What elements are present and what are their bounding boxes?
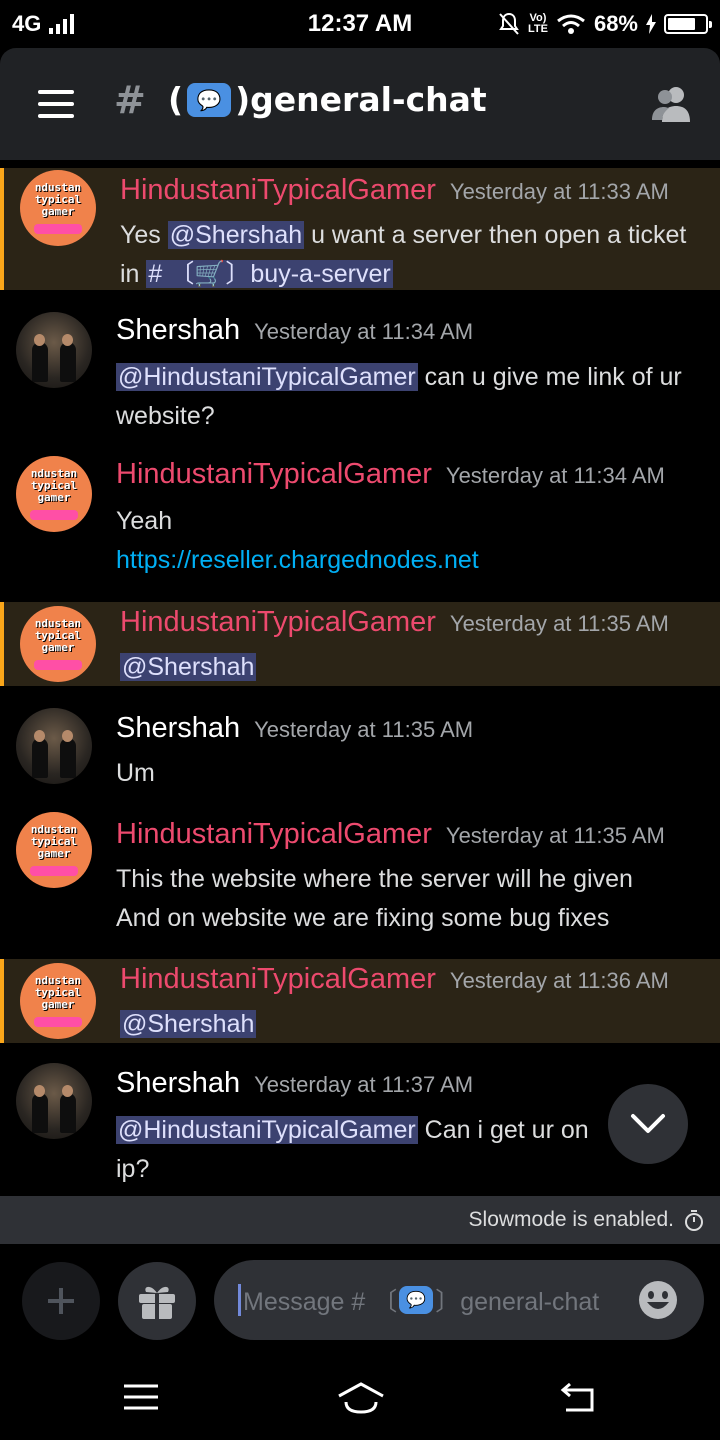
message-content: This the website where the server will h…: [116, 865, 633, 932]
network-type: 4G: [12, 11, 42, 36]
timestamp: Yesterday at 11:37 AM: [254, 1072, 474, 1097]
timestamp: Yesterday at 11:35 AM: [445, 823, 665, 848]
avatar[interactable]: [16, 708, 92, 784]
avatar[interactable]: ndustan typical gamer: [20, 606, 96, 682]
speech-bubble-icon: 💬: [399, 1286, 434, 1314]
menu-nav-icon[interactable]: [122, 1380, 162, 1416]
channel-header: # ( 💬 )general-chat: [0, 48, 720, 160]
avatar[interactable]: ndustan typical gamer: [16, 456, 92, 532]
username[interactable]: HindustaniTypicalGamer: [120, 963, 436, 996]
volte-indicator: Vo) LTE: [527, 12, 548, 35]
message-item[interactable]: ndustan typical gamer HindustaniTypicalGam…: [0, 804, 720, 944]
avatar[interactable]: ndustan typical gamer: [16, 812, 92, 888]
charging-icon: [646, 14, 656, 34]
avatar[interactable]: [16, 312, 92, 388]
message-content: Yeah https://reseller.chargednodes.net: [116, 502, 704, 580]
timer-icon: [685, 1210, 703, 1231]
signal-icon: [49, 14, 75, 34]
username[interactable]: HindustaniTypicalGamer: [120, 174, 436, 207]
text-caret: [238, 1284, 241, 1316]
mute-icon: [499, 12, 519, 35]
attach-button[interactable]: [22, 1262, 100, 1340]
back-nav-icon[interactable]: [558, 1380, 598, 1416]
message-content: Yes @Shershah u want a server then open …: [120, 221, 687, 288]
message-item[interactable]: ndustan typical gamer HindustaniTypicalGam…: [0, 168, 720, 290]
username[interactable]: HindustaniTypicalGamer: [116, 818, 432, 851]
message-item[interactable]: ndustan typical gamer HindustaniTypicalGam…: [0, 602, 720, 686]
username[interactable]: Shershah: [116, 1067, 240, 1100]
message-item[interactable]: ndustan typical gamer HindustaniTypicalGam…: [0, 959, 720, 1043]
avatar[interactable]: ndustan typical gamer: [20, 963, 96, 1039]
user-mention[interactable]: @Shershah: [167, 221, 305, 249]
message-item[interactable]: Shershah Yesterday at 11:34 AM @Hindusta…: [0, 300, 720, 430]
timestamp: Yesterday at 11:35 AM: [449, 611, 669, 636]
message-content: @Shershah: [120, 1005, 704, 1044]
username[interactable]: HindustaniTypicalGamer: [116, 458, 432, 491]
username[interactable]: Shershah: [116, 712, 240, 745]
chevron-down-icon: [631, 1114, 665, 1133]
members-icon[interactable]: [650, 84, 692, 124]
message-content: @Shershah: [120, 648, 704, 687]
username[interactable]: Shershah: [116, 314, 240, 347]
message-placeholder: Message # 〔 💬 〕general-chat: [243, 1286, 600, 1316]
message-content: Um: [116, 759, 155, 787]
channel-mention[interactable]: # 〔🛒〕buy-a-server: [146, 260, 393, 288]
gift-icon: [139, 1286, 175, 1319]
username[interactable]: HindustaniTypicalGamer: [120, 606, 436, 639]
message-list[interactable]: ndustan typical gamer HindustaniTypicalGam…: [0, 160, 720, 1196]
user-mention[interactable]: @Shershah: [120, 1010, 257, 1038]
system-nav-bar: [0, 1356, 720, 1440]
channel-hash-icon: #: [114, 78, 146, 122]
avatar[interactable]: ndustan typical gamer: [20, 170, 96, 246]
timestamp: Yesterday at 11:34 AM: [445, 463, 665, 488]
slowmode-text: Slowmode is enabled.: [468, 1208, 674, 1231]
timestamp: Yesterday at 11:33 AM: [449, 179, 669, 204]
user-mention[interactable]: @Shershah: [120, 653, 257, 681]
message-item[interactable]: ndustan typical gamer HindustaniTypicalGam…: [0, 444, 720, 578]
home-nav-icon[interactable]: [336, 1380, 386, 1416]
timestamp: Yesterday at 11:34 AM: [254, 319, 474, 344]
gift-button[interactable]: [118, 1262, 196, 1340]
user-mention[interactable]: @HindustaniTypicalGamer: [116, 1116, 418, 1144]
avatar[interactable]: [16, 1063, 92, 1139]
user-mention[interactable]: @HindustaniTypicalGamer: [116, 363, 418, 391]
website-link[interactable]: https://reseller.chargednodes.net: [116, 541, 704, 580]
channel-title[interactable]: ( 💬 )general-chat: [168, 80, 487, 119]
hamburger-icon[interactable]: [38, 90, 74, 118]
battery-icon: [664, 14, 712, 34]
speech-bubble-icon: 💬: [187, 82, 232, 117]
timestamp: Yesterday at 11:36 AM: [449, 968, 669, 993]
message-input[interactable]: Message # 〔 💬 〕general-chat: [214, 1260, 704, 1340]
status-bar: 4G 12:37 AM Vo) LTE 68%: [0, 0, 720, 48]
timestamp: Yesterday at 11:35 AM: [254, 717, 474, 742]
scroll-to-bottom-button[interactable]: [608, 1084, 688, 1164]
plus-icon: [48, 1288, 74, 1314]
composer-bar: Message # 〔 💬 〕general-chat: [0, 1244, 720, 1356]
emoji-icon[interactable]: [638, 1280, 678, 1320]
slowmode-bar: Slowmode is enabled.: [0, 1196, 720, 1244]
message-item[interactable]: Shershah Yesterday at 11:35 AM Um: [0, 696, 720, 796]
wifi-icon: [557, 14, 585, 34]
battery-percent: 68%: [593, 11, 638, 36]
message-content: @HindustaniTypicalGamer can u give me li…: [116, 363, 682, 430]
